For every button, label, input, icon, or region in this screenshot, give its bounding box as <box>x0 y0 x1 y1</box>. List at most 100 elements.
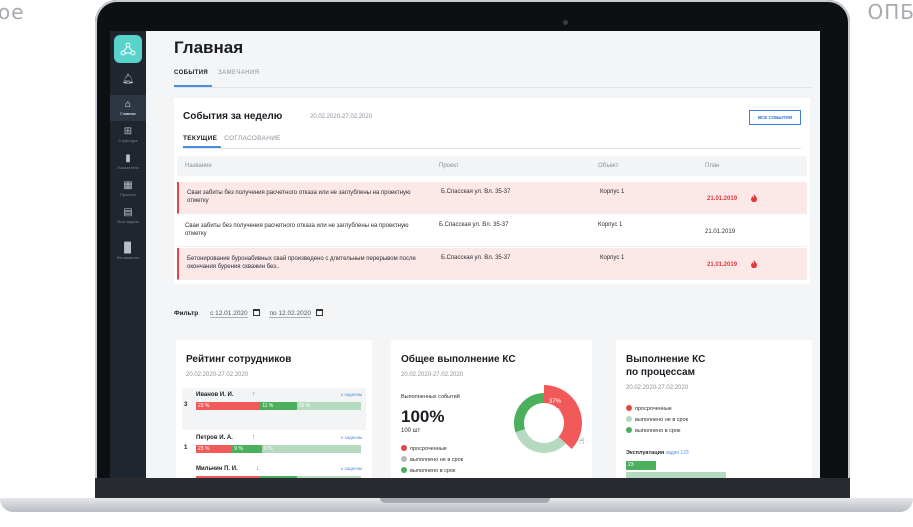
date-from-field[interactable]: с 12.01.2020 <box>210 310 248 318</box>
bar-segment-overdue: 23 % <box>196 445 233 453</box>
donut-segment[interactable] <box>515 429 566 453</box>
column-header: План <box>705 163 720 169</box>
calendar-icon[interactable] <box>315 309 323 316</box>
network-icon <box>120 42 136 56</box>
process-name: Эксплуатация <box>626 450 665 456</box>
clipboard-icon: ▤ <box>123 207 133 218</box>
to-tasks-link[interactable]: к задачам <box>341 392 362 397</box>
legend-late: выполнено не в срок <box>401 456 463 463</box>
employee-name: Иванов И. И. <box>196 392 234 398</box>
table-row[interactable]: Сваи забиты без получения расчетного отк… <box>177 215 807 247</box>
corner-text-left: ое <box>0 0 25 24</box>
event-object: Корпус 1 <box>600 189 625 195</box>
process-bar: 23 <box>626 461 656 470</box>
legend-on-time: выполнено в срок <box>626 427 680 434</box>
date-to-field[interactable]: по 12.02.2020 <box>269 310 311 318</box>
events-card: События за неделю 20.02.2020-27.02.2020 … <box>174 98 810 284</box>
arrow-up-icon: ↑ <box>252 391 256 398</box>
bar-segment-overdue: 23 % <box>196 402 261 410</box>
kp-dates: 20.02.2020-27.02.2020 <box>626 385 689 391</box>
sidebar-item-label: Регламенты <box>116 255 140 260</box>
sidebar-item-projects[interactable]: ▦ Проекты <box>110 176 146 202</box>
camera <box>563 20 568 25</box>
app-logo[interactable] <box>114 35 142 63</box>
bar-segment-late <box>296 476 361 478</box>
buildings-icon: ▦ <box>123 180 133 191</box>
cursor-hand-icon: ☝ <box>579 436 585 446</box>
sidebar-item-indicators[interactable]: ▮ Показатели <box>110 149 146 175</box>
events-done-label: Выполненных событий <box>401 394 460 400</box>
employee-rating-card: Рейтинг сотрудников 20.02.2020-27.02.202… <box>176 340 372 478</box>
to-tasks-link[interactable]: к задачам <box>341 466 362 471</box>
rating-dates: 20.02.2020-27.02.2020 <box>186 372 249 378</box>
table-row[interactable]: Бетонирование буронабивных свай произвед… <box>177 248 807 280</box>
event-plan: 21.01.2019 <box>705 229 736 235</box>
donut-label: 37% 37шт. <box>549 399 562 412</box>
to-tasks-link[interactable]: к задачам <box>341 435 362 440</box>
sidebar-item-regulations[interactable]: ▉ Регламенты <box>110 239 146 265</box>
fire-icon <box>751 194 757 202</box>
ks-overall-card: Общее выполнение КС 20.02.2020-27.02.202… <box>391 340 592 478</box>
divider <box>183 148 801 149</box>
legend-overdue: просроченные <box>401 445 447 452</box>
ks-donut-chart[interactable] <box>499 378 589 468</box>
events-title: События за неделю <box>183 111 283 122</box>
arrow-up-icon: ↑ <box>252 434 256 441</box>
bar-segment-late: 15 % <box>296 402 361 410</box>
event-project: Б.Спасская ул. Вл. 35-37 <box>439 222 509 228</box>
sidebar-item-home[interactable]: ⌂ Главная <box>110 95 146 121</box>
event-plan: 21.01.2019 <box>707 196 738 202</box>
legend-overdue: просроченные <box>626 405 672 412</box>
sidebar-item-notifications[interactable]: 🔔︎ <box>110 68 146 94</box>
sidebar-item-label: Показатели <box>117 165 139 170</box>
bell-icon: 🔔︎ <box>121 74 135 85</box>
event-plan: 21.01.2019 <box>707 262 738 268</box>
event-name: Бетонирование буронабивных свай произвед… <box>187 256 416 270</box>
rating-title: Рейтинг сотрудников <box>186 354 292 365</box>
sidebar-item-label: Главная <box>120 111 136 116</box>
process-tasks-link[interactable]: задач 123 <box>666 450 689 456</box>
employee-rank: 3 <box>184 402 188 408</box>
donut-segment[interactable] <box>544 385 582 450</box>
all-events-button[interactable]: ВСЕ СОБЫТИЯ <box>749 110 801 125</box>
column-header: Объект <box>598 163 619 169</box>
employee-bar: 23 % 9 % 9 % <box>196 445 361 453</box>
legend-on-time: выполнено в срок <box>401 467 455 474</box>
ks-dates: 20.02.2020-27.02.2020 <box>401 372 464 378</box>
bar-segment-on-time <box>260 476 297 478</box>
fire-icon <box>751 260 757 268</box>
page-tabs: СОБЫТИЯ ЗАМЕЧАНИЯ <box>174 70 269 76</box>
filter-label: Фильтр <box>174 310 199 317</box>
column-header: Проект <box>439 163 459 169</box>
sidebar-item-structure[interactable]: ⊞ Структура <box>110 122 146 148</box>
filter-bar: Фильтр с 12.01.2020 по 12.02.2020 <box>174 309 331 318</box>
kp-title: Выполнение КС по процессам <box>626 354 706 378</box>
calendar-icon[interactable] <box>252 309 260 316</box>
tab-approval[interactable]: СОГЛАСОВАНИЕ <box>224 135 281 142</box>
tab-remarks[interactable]: ЗАМЕЧАНИЯ <box>218 70 259 76</box>
divider <box>174 87 812 88</box>
corner-text-right: ОПБ <box>867 0 913 24</box>
bar-segment-late: 9 % <box>261 445 361 453</box>
sidebar-item-label: Структура <box>118 138 138 143</box>
bar-segment-on-time: 11 % <box>260 402 297 410</box>
event-name: Сваи забиты без получения расчетного отк… <box>185 223 409 237</box>
employee-row[interactable]: Мильчин П. И. ↓ к задачам <box>182 462 366 478</box>
laptop-base <box>0 486 913 527</box>
donut-segment[interactable] <box>514 393 544 433</box>
employee-rank: 1 <box>184 445 188 451</box>
bar-segment-overdue <box>196 476 261 478</box>
events-tabs: ТЕКУЩИЕ СОГЛАСОВАНИЕ <box>183 135 288 142</box>
employee-row[interactable]: Иванов И. И. ↑ к задачам 3 23 % 11 % 15 % <box>182 388 366 430</box>
employee-name: Мильчин П. И. <box>196 466 238 472</box>
chart-icon: ▮ <box>125 153 131 164</box>
home-icon: ⌂ <box>124 99 132 110</box>
table-row[interactable]: Сваи забиты без получения расчетного отк… <box>177 182 807 214</box>
event-project: Б.Спасская ул. Вл. 35-37 <box>441 189 511 195</box>
sidebar-item-my-tasks[interactable]: ▤ Мои задачи <box>110 203 146 229</box>
process-row[interactable]: Эксплуатация задач 123 <box>626 450 689 456</box>
tab-current[interactable]: ТЕКУЩИЕ <box>183 135 217 142</box>
tab-events[interactable]: СОБЫТИЯ <box>174 70 208 76</box>
main-content: Главная СОБЫТИЯ ЗАМЕЧАНИЯ События за неде… <box>146 31 820 478</box>
ks-title: Общее выполнение КС <box>401 354 516 365</box>
